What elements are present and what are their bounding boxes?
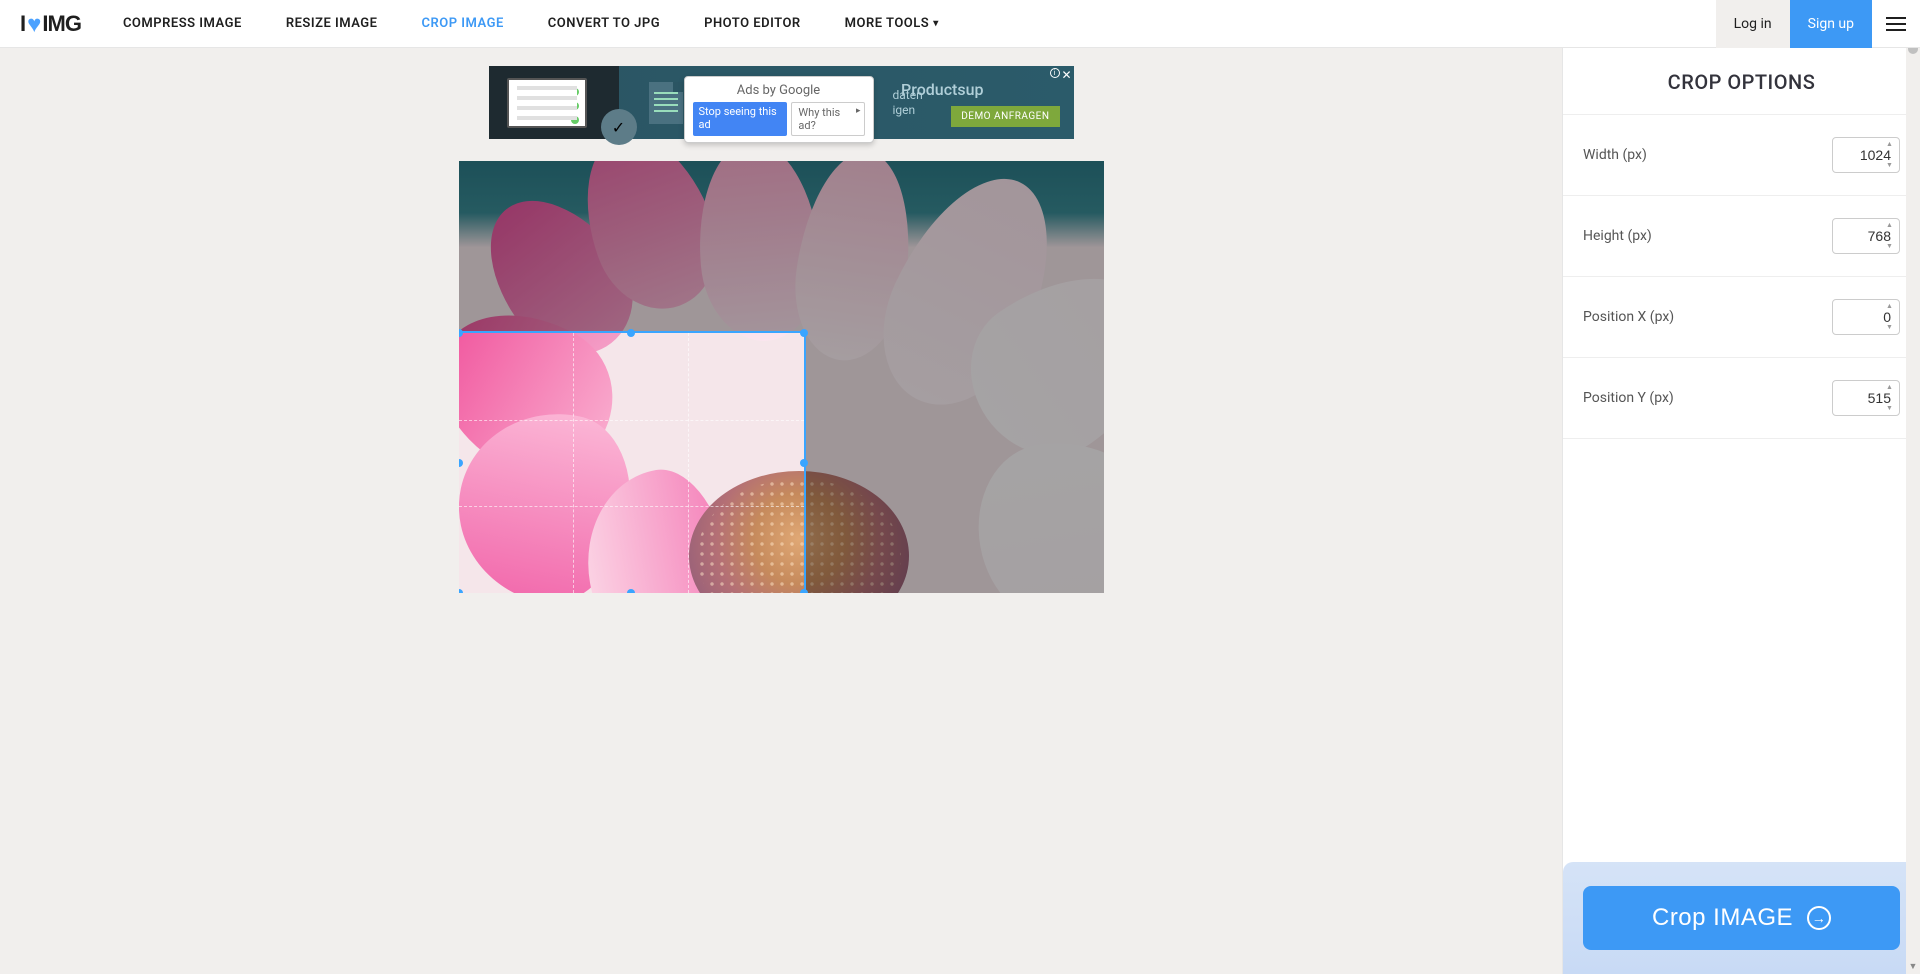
posx-label: Position X (px) (1583, 309, 1674, 325)
action-footer: Crop IMAGE → (1563, 862, 1920, 974)
logo[interactable]: I ♥ IMG (0, 10, 101, 38)
nav-resize[interactable]: RESIZE IMAGE (264, 0, 400, 48)
image-canvas[interactable] (459, 161, 1104, 593)
nav-compress[interactable]: COMPRESS IMAGE (101, 0, 264, 48)
logo-text-left: I (20, 11, 25, 37)
document-icon (649, 82, 683, 124)
ad-image: ✓ (489, 66, 619, 139)
ad-controls-popup: Ads by Google Stop seeing this ad Why th… (684, 76, 874, 143)
crop-selection[interactable] (459, 333, 804, 593)
ad-banner[interactable]: ✓ Ads by Google Stop seeing this ad Why … (489, 66, 1074, 139)
scrollbar[interactable]: ▲ ▼ (1906, 0, 1920, 974)
crop-handle-top-right[interactable] (800, 329, 808, 337)
crop-handle-bottom-left[interactable] (459, 589, 463, 593)
main-nav: COMPRESS IMAGE RESIZE IMAGE CROP IMAGE C… (101, 0, 1716, 48)
crop-options-panel: CROP OPTIONS Width (px) ▲ ▼ Height (px) ▲… (1562, 48, 1920, 974)
nav-editor[interactable]: PHOTO EDITOR (682, 0, 823, 48)
ad-cta-button[interactable]: DEMO ANFRAGEN (951, 106, 1059, 127)
login-button[interactable]: Log in (1716, 0, 1790, 48)
signup-button[interactable]: Sign up (1790, 0, 1872, 48)
ads-by-label: Ads by Google (693, 83, 865, 98)
nav-crop[interactable]: CROP IMAGE (400, 0, 526, 48)
width-step-down[interactable]: ▼ (1886, 162, 1896, 169)
posx-step-down[interactable]: ▼ (1886, 324, 1896, 331)
posy-step-up[interactable]: ▲ (1886, 384, 1896, 391)
width-step-up[interactable]: ▲ (1886, 141, 1896, 148)
arrow-right-circle-icon: → (1807, 906, 1831, 930)
crop-button-label: Crop IMAGE (1652, 904, 1793, 932)
header: I ♥ IMG COMPRESS IMAGE RESIZE IMAGE CROP… (0, 0, 1920, 48)
crop-handle-bottom-mid[interactable] (627, 589, 635, 593)
scroll-down-icon[interactable]: ▼ (1906, 960, 1920, 974)
hamburger-icon (1886, 17, 1906, 31)
crop-handle-mid-right[interactable] (800, 459, 808, 467)
posy-step-down[interactable]: ▼ (1886, 405, 1896, 412)
height-step-up[interactable]: ▲ (1886, 222, 1896, 229)
field-posy: Position Y (px) ▲ ▼ (1563, 358, 1920, 439)
field-posx: Position X (px) ▲ ▼ (1563, 277, 1920, 358)
caret-down-icon: ▾ (933, 18, 939, 29)
logo-text-right: IMG (42, 11, 81, 37)
height-step-down[interactable]: ▼ (1886, 243, 1896, 250)
image-editor (459, 161, 1104, 593)
main: ✓ Ads by Google Stop seeing this ad Why … (0, 48, 1920, 974)
crop-handle-top-mid[interactable] (627, 329, 635, 337)
posy-label: Position Y (px) (1583, 390, 1674, 406)
stop-ad-button[interactable]: Stop seeing this ad (693, 102, 788, 136)
canvas-area: ✓ Ads by Google Stop seeing this ad Why … (0, 48, 1562, 974)
crop-handle-bottom-right[interactable] (800, 589, 808, 593)
ad-info-icon[interactable]: i (1050, 68, 1060, 78)
ad-close-icon[interactable]: ✕ (1061, 68, 1071, 82)
posx-step-up[interactable]: ▲ (1886, 303, 1896, 310)
field-width: Width (px) ▲ ▼ (1563, 115, 1920, 196)
height-label: Height (px) (1583, 228, 1652, 244)
width-label: Width (px) (1583, 147, 1647, 163)
nav-more-label: MORE TOOLS (845, 16, 930, 31)
check-icon: ✓ (601, 109, 637, 145)
heart-icon: ♥ (27, 11, 40, 39)
crop-image-button[interactable]: Crop IMAGE → (1583, 886, 1900, 950)
header-right: Log in Sign up (1716, 0, 1920, 48)
panel-title: CROP OPTIONS (1563, 48, 1920, 115)
why-ad-button[interactable]: Why this ad? (791, 102, 864, 136)
nav-more[interactable]: MORE TOOLS ▾ (823, 0, 961, 48)
field-height: Height (px) ▲ ▼ (1563, 196, 1920, 277)
ad-brand: Productsup (901, 80, 983, 99)
menu-button[interactable] (1872, 0, 1920, 48)
nav-convert[interactable]: CONVERT TO JPG (526, 0, 682, 48)
